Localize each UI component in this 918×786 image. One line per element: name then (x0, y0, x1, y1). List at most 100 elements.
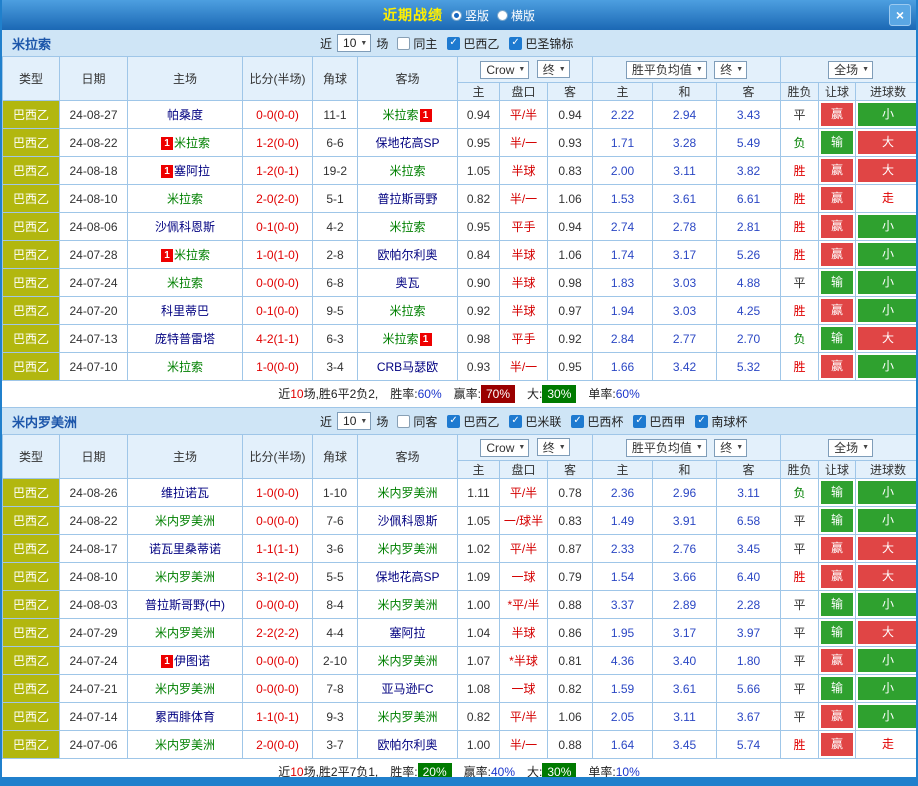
titlebar: 近期战绩 竖版 横版 × (2, 0, 916, 30)
avg-home-cell: 4.36 (593, 647, 653, 675)
home-odds-cell: 0.92 (458, 297, 500, 325)
home-odds-cell: 0.82 (458, 703, 500, 731)
avg-type-select[interactable]: 胜平负均值▼ (626, 61, 707, 79)
home-odds-cell: 1.05 (458, 157, 500, 185)
team-name-label: 米内罗美洲 (155, 682, 215, 696)
match-row: 巴西乙24-08-181塞阿拉1-2(0-1)19-2米拉索1.05半球0.83… (3, 157, 918, 185)
score-cell: 1-0(0-0) (243, 353, 313, 381)
home-odds-cell: 0.98 (458, 325, 500, 353)
horizontal-layout-radio[interactable]: 横版 (497, 7, 535, 24)
filter-checkbox[interactable]: 巴西乙 (447, 35, 499, 52)
col-header-home: 主场 (128, 435, 243, 479)
home-odds-cell: 1.00 (458, 731, 500, 759)
avg-away-cell: 5.66 (717, 675, 781, 703)
match-date-cell: 24-07-24 (60, 647, 128, 675)
avg-final-select[interactable]: 终▼ (714, 61, 747, 79)
col-header-score: 比分(半场) (243, 57, 313, 101)
filter-checkbox[interactable]: 巴西杯 (571, 413, 623, 430)
result-pill: 走 (858, 733, 918, 756)
avg-type-value: 胜平负均值 (632, 61, 692, 78)
scope-value: 全场 (834, 61, 858, 78)
avg-home-cell: 1.74 (593, 241, 653, 269)
odds-header-cell: Crow▼ 终▼ (458, 435, 593, 461)
avg-final-select[interactable]: 终▼ (714, 439, 747, 457)
avg-home-cell: 2.00 (593, 157, 653, 185)
odds-company-select[interactable]: Crow▼ (480, 439, 529, 457)
corner-cell: 6-6 (313, 129, 358, 157)
team-name-label: 普拉斯哥野 (377, 192, 437, 206)
team-name-label: 米拉索 (389, 220, 425, 234)
avg-draw-cell: 2.78 (653, 213, 717, 241)
match-date-cell: 24-07-06 (60, 731, 128, 759)
avg-home-cell: 2.36 (593, 479, 653, 507)
avg-draw-cell: 3.42 (653, 353, 717, 381)
match-date-cell: 24-08-03 (60, 591, 128, 619)
col-header-away: 客场 (358, 57, 458, 101)
match-date-cell: 24-07-14 (60, 703, 128, 731)
away-team-cell: 米拉索1 (358, 101, 458, 129)
odds-final-select[interactable]: 终▼ (537, 438, 570, 456)
home-odds-cell: 0.84 (458, 241, 500, 269)
odds-company-select[interactable]: Crow▼ (480, 61, 529, 79)
score-cell: 4-2(1-1) (243, 325, 313, 353)
summary-stat-label: 大: (527, 387, 542, 401)
team-name-label: 米拉索 (382, 108, 418, 122)
team-name-label: 维拉诺瓦 (161, 486, 209, 500)
result-pill: 小 (858, 509, 918, 532)
avg-away-cell: 4.25 (717, 297, 781, 325)
scope-header-cell: 全场 ▼ (781, 57, 918, 83)
avg-away-cell: 3.82 (717, 157, 781, 185)
match-row: 巴西乙24-08-03普拉斯哥野(中)0-0(0-0)8-4米内罗美洲1.00*… (3, 591, 918, 619)
score-cell: 2-0(0-0) (243, 731, 313, 759)
match-date-cell: 24-08-26 (60, 479, 128, 507)
result-cell: 胜 (781, 731, 819, 759)
match-count-select[interactable]: 10 ▼ (337, 34, 371, 52)
odds-final-select[interactable]: 终▼ (537, 60, 570, 78)
filter-checkbox[interactable]: 巴圣锦标 (509, 35, 573, 52)
avg-draw-cell: 3.28 (653, 129, 717, 157)
filter-checkbox[interactable]: 巴米联 (509, 413, 561, 430)
checkbox-unchecked-icon (397, 37, 410, 50)
scope-select[interactable]: 全场▼ (828, 439, 873, 457)
handicap-result-cell: 赢 (819, 353, 856, 381)
result-pill: 小 (858, 481, 918, 504)
home-team-cell: 1米拉索 (128, 129, 243, 157)
corner-cell: 2-8 (313, 241, 358, 269)
vertical-layout-radio[interactable]: 竖版 (451, 7, 489, 24)
result-pill: 小 (858, 355, 918, 378)
filter-checkbox[interactable]: 巴西甲 (633, 413, 685, 430)
result-cell: 胜 (781, 157, 819, 185)
away-team-cell: 沙佩科恩斯 (358, 507, 458, 535)
corner-cell: 3-4 (313, 353, 358, 381)
close-button[interactable]: × (889, 4, 911, 26)
match-count-select[interactable]: 10 ▼ (337, 412, 371, 430)
subcol-handicap: 盘口 (500, 461, 548, 479)
subcol-odds-home: 主 (458, 461, 500, 479)
filter-checkbox[interactable]: 同主 (397, 35, 437, 52)
team-name-label: 米内罗美洲 (377, 542, 437, 556)
score-cell: 0-1(0-0) (243, 297, 313, 325)
corner-cell: 9-5 (313, 297, 358, 325)
team-name-label: 米内罗美洲 (155, 738, 215, 752)
chevron-down-icon: ▼ (862, 66, 869, 73)
home-team-cell: 诺瓦里桑蒂诺 (128, 535, 243, 563)
filter-checkbox[interactable]: 巴西乙 (447, 413, 499, 430)
avg-away-cell: 5.26 (717, 241, 781, 269)
rank-badge: 1 (161, 249, 173, 262)
chevron-down-icon: ▼ (736, 66, 743, 73)
subcol-handicap: 盘口 (500, 83, 548, 101)
team-name-label: 欧帕尔利奥 (377, 248, 437, 262)
avg-draw-cell: 3.66 (653, 563, 717, 591)
avg-draw-cell: 2.94 (653, 101, 717, 129)
team-name-label: 米拉索 (167, 192, 203, 206)
avg-away-cell: 6.58 (717, 507, 781, 535)
scope-select[interactable]: 全场 ▼ (828, 61, 873, 79)
filter-checkbox[interactable]: 同客 (397, 413, 437, 430)
filter-checkbox[interactable]: 南球杯 (695, 413, 747, 430)
home-team-cell: 科里蒂巴 (128, 297, 243, 325)
goals-result-cell: 小 (856, 591, 918, 619)
league-type-cell: 巴西乙 (3, 157, 60, 185)
avg-type-select[interactable]: 胜平负均值▼ (626, 439, 707, 457)
checkbox-label: 南球杯 (711, 413, 747, 430)
team-name-label: 伊图诺 (174, 654, 210, 668)
